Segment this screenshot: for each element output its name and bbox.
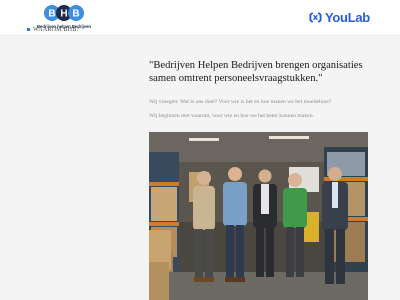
youlab-brand-text: YouLab [325,9,370,25]
youlab-logo[interactable]: YouLab [309,8,370,26]
quote-heading: "Bedrijven Helpen Bedrijven brengen orga… [149,60,363,84]
intro-paragraph-2: Wij beginnen met waarom, voor wie en hoe… [149,113,314,119]
logo-letter-2: H [60,9,67,20]
logo-letter-1: B [48,9,55,20]
intro-paragraph-1: Wij vroegen: Wat is ons doel? Voor wie i… [149,99,332,105]
bhb-logo-mark: B H B [44,5,84,21]
bullet-icon [27,28,30,31]
team-photo-image [149,132,368,300]
youlab-logo-icon [309,11,322,23]
logo-letter-3: B [72,9,79,20]
side-nav-label: WAAROM BHB? [33,26,80,33]
team-photo [149,132,368,300]
side-nav-item-waarom[interactable]: WAAROM BHB? [27,26,79,33]
